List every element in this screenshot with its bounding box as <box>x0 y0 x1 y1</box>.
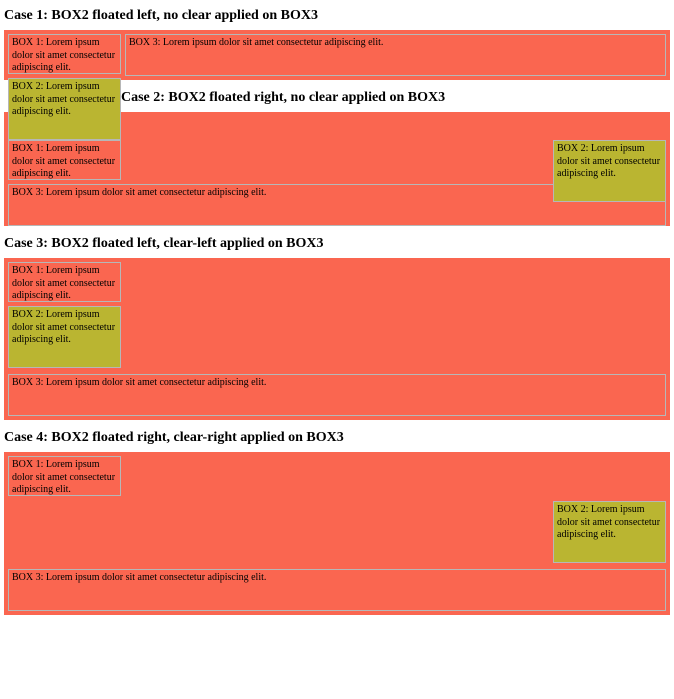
case-4-box1: BOX 1: Lorem ipsum dolor sit amet consec… <box>8 456 121 496</box>
case-1-box3: BOX 3: Lorem ipsum dolor sit amet consec… <box>125 34 666 76</box>
case-1-container: BOX 1: Lorem ipsum dolor sit amet consec… <box>4 30 670 80</box>
case-1-box2: BOX 2: Lorem ipsum dolor sit amet consec… <box>8 78 121 140</box>
case-3-container: BOX 1: Lorem ipsum dolor sit amet consec… <box>4 258 670 420</box>
case-3-box2: BOX 2: Lorem ipsum dolor sit amet consec… <box>8 306 121 368</box>
case-2-title: Case 2: BOX2 floated right, no clear app… <box>117 90 670 106</box>
case-3-box3: BOX 3: Lorem ipsum dolor sit amet consec… <box>8 374 666 416</box>
case-3-title: Case 3: BOX2 floated left, clear-left ap… <box>4 236 670 252</box>
case-1-box1: BOX 1: Lorem ipsum dolor sit amet consec… <box>8 34 121 74</box>
case-3-box1: BOX 1: Lorem ipsum dolor sit amet consec… <box>8 262 121 302</box>
case-4-container: BOX 1: Lorem ipsum dolor sit amet consec… <box>4 452 670 615</box>
case-4-box3: BOX 3: Lorem ipsum dolor sit amet consec… <box>8 569 666 611</box>
case-2-box2: BOX 2: Lorem ipsum dolor sit amet consec… <box>553 140 666 202</box>
case-4-box2: BOX 2: Lorem ipsum dolor sit amet consec… <box>553 501 666 563</box>
case-4-title: Case 4: BOX2 floated right, clear-right … <box>4 430 670 446</box>
case-1-title: Case 1: BOX2 floated left, no clear appl… <box>4 8 670 24</box>
case-2-box1: BOX 1: Lorem ipsum dolor sit amet consec… <box>8 140 121 180</box>
